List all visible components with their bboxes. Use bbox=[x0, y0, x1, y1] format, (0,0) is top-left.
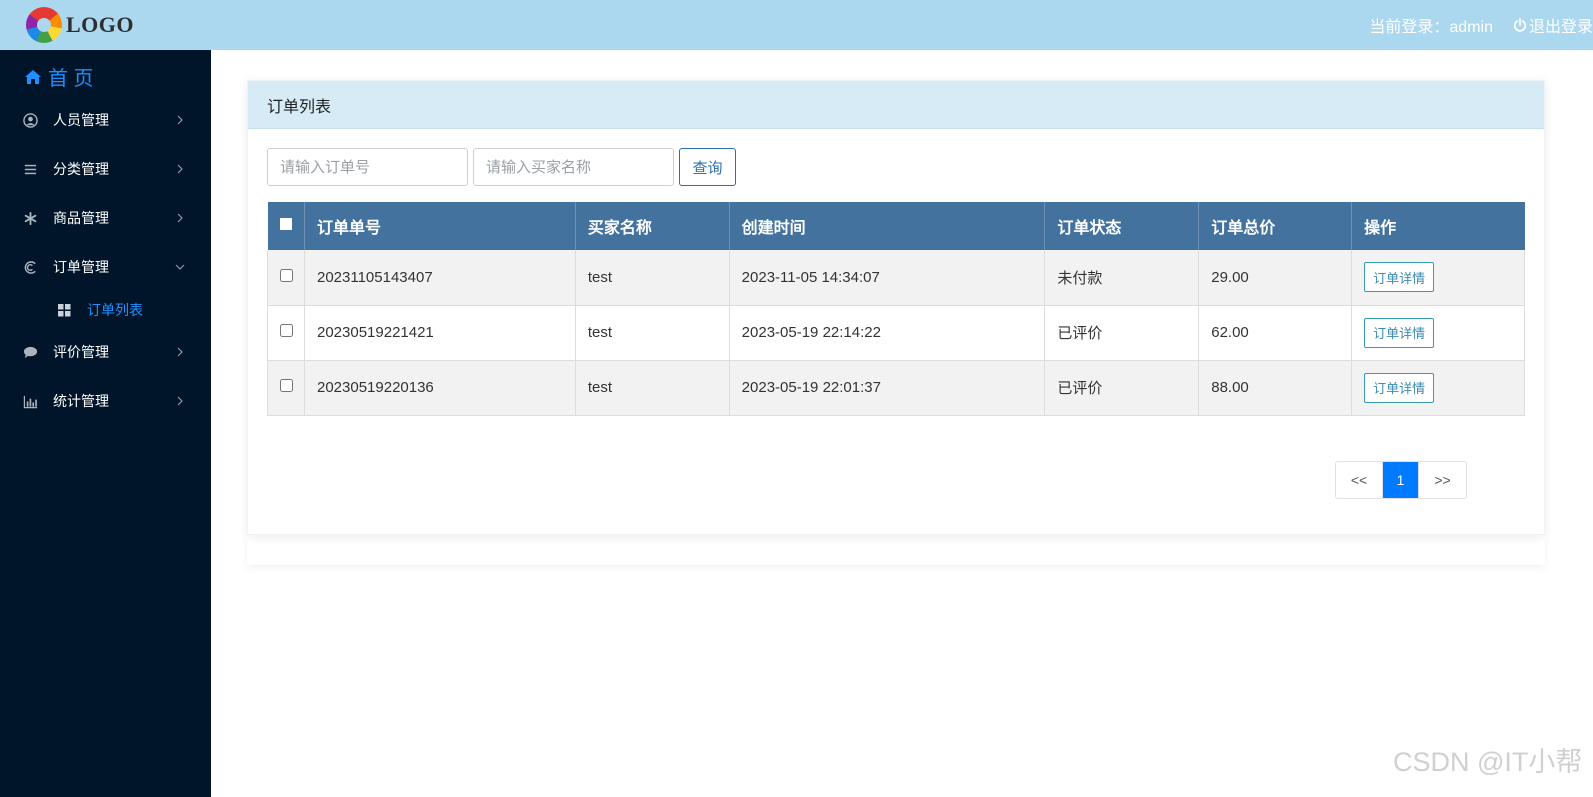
order-list-panel: 订单列表 查询 订单单号 买家名称 创建时间 订单状态 订单总价 操作 bbox=[247, 80, 1545, 535]
status-cell: 已评价 bbox=[1044, 305, 1200, 361]
grid-icon bbox=[58, 303, 71, 316]
sidebar-item-users[interactable]: 人员管理 bbox=[0, 100, 211, 140]
created-cell: 2023-11-05 14:34:07 bbox=[729, 250, 1046, 306]
column-header: 订单单号 bbox=[304, 202, 576, 250]
total-cell: 29.00 bbox=[1198, 250, 1353, 306]
comment-icon bbox=[23, 346, 38, 358]
list-icon bbox=[24, 164, 37, 174]
created-cell: 2023-05-19 22:01:37 bbox=[729, 360, 1046, 416]
search-bar: 查询 bbox=[267, 148, 736, 186]
header-user-area: 当前登录：admin 退出登录 bbox=[1369, 0, 1593, 50]
chevron-right-icon bbox=[177, 347, 183, 357]
status-cell: 已评价 bbox=[1044, 360, 1200, 416]
row-checkbox[interactable] bbox=[280, 268, 293, 282]
order-no-input[interactable] bbox=[267, 148, 468, 186]
sidebar-subitem-label: 订单列表 bbox=[87, 302, 143, 318]
sidebar-item-orders[interactable]: 订单管理 bbox=[0, 247, 211, 287]
table-row: 20230519220136 test 2023-05-19 22:01:37 … bbox=[267, 360, 1525, 416]
order-detail-button[interactable]: 订单详情 bbox=[1364, 262, 1435, 293]
sidebar-item-label: 统计管理 bbox=[53, 393, 109, 409]
sidebar-item-label: 分类管理 bbox=[53, 161, 109, 177]
home-icon bbox=[25, 69, 41, 84]
select-all-cell bbox=[267, 202, 305, 250]
column-header: 创建时间 bbox=[729, 202, 1046, 250]
logout-label: 退出登录 bbox=[1528, 19, 1593, 36]
sidebar-item-label: 评价管理 bbox=[53, 344, 109, 360]
sidebar-subitem-order-list[interactable]: 订单列表 bbox=[0, 295, 211, 325]
logout-button[interactable]: 退出登录 bbox=[1513, 13, 1593, 37]
created-cell: 2023-05-19 22:14:22 bbox=[729, 305, 1046, 361]
sidebar-item-statistics[interactable]: 统计管理 bbox=[0, 381, 211, 421]
sidebar-item-reviews[interactable]: 评价管理 bbox=[0, 332, 211, 372]
table-row: 20231105143407 test 2023-11-05 14:34:07 … bbox=[267, 250, 1525, 306]
query-button[interactable]: 查询 bbox=[679, 148, 736, 186]
order-table: 订单单号 买家名称 创建时间 订单状态 订单总价 操作 202311051434… bbox=[267, 202, 1525, 416]
chevron-right-icon bbox=[177, 213, 183, 223]
chevron-right-icon bbox=[177, 115, 183, 125]
order-detail-button[interactable]: 订单详情 bbox=[1364, 317, 1435, 348]
action-cell: 订单详情 bbox=[1351, 360, 1525, 416]
page-1-button[interactable]: 1 bbox=[1383, 462, 1418, 498]
sidebar-home[interactable]: 首 页 bbox=[24, 62, 94, 91]
column-header: 买家名称 bbox=[575, 202, 730, 250]
total-cell: 62.00 bbox=[1198, 305, 1353, 361]
sidebar-item-products[interactable]: 商品管理 bbox=[0, 198, 211, 238]
logo-flower-icon bbox=[26, 7, 62, 43]
prev-page-button[interactable]: << bbox=[1336, 462, 1383, 498]
pagination: << 1 >> bbox=[1335, 461, 1467, 499]
watermark: CSDN @IT小帮 bbox=[1393, 747, 1583, 777]
action-cell: 订单详情 bbox=[1351, 305, 1525, 361]
order-no-cell: 20230519220136 bbox=[304, 360, 576, 416]
sidebar-item-label: 人员管理 bbox=[53, 112, 109, 128]
column-header: 订单总价 bbox=[1198, 202, 1353, 250]
order-no-cell: 20231105143407 bbox=[304, 250, 576, 306]
home-label: 首 页 bbox=[48, 68, 94, 90]
panel-footer-strip bbox=[247, 535, 1545, 565]
current-user-label: 当前登录：admin bbox=[1369, 19, 1493, 36]
order-detail-button[interactable]: 订单详情 bbox=[1364, 372, 1435, 403]
chevron-right-icon bbox=[177, 164, 183, 174]
status-cell: 未付款 bbox=[1044, 250, 1200, 306]
column-header: 订单状态 bbox=[1044, 202, 1200, 250]
buyer-cell: test bbox=[575, 305, 730, 361]
user-circle-icon bbox=[23, 112, 38, 128]
sidebar-item-label: 订单管理 bbox=[53, 259, 109, 275]
panel-title: 订单列表 bbox=[248, 81, 1544, 129]
logo-text: LOGO bbox=[66, 12, 135, 37]
table-header-row: 订单单号 买家名称 创建时间 订单状态 订单总价 操作 bbox=[267, 202, 1525, 250]
action-cell: 订单详情 bbox=[1351, 250, 1525, 306]
power-icon bbox=[1513, 18, 1527, 32]
top-header: LOGO 当前登录：admin 退出登录 bbox=[0, 0, 1593, 50]
select-all-checkbox[interactable] bbox=[279, 218, 292, 230]
chevron-right-icon bbox=[177, 396, 183, 406]
sidebar-item-categories[interactable]: 分类管理 bbox=[0, 149, 211, 189]
column-header: 操作 bbox=[1351, 202, 1525, 250]
row-checkbox[interactable] bbox=[280, 324, 293, 337]
order-no-cell: 20230519221421 bbox=[304, 305, 576, 361]
sidebar-item-label: 商品管理 bbox=[53, 210, 109, 226]
bar-chart-icon bbox=[23, 395, 38, 408]
table-row: 20230519221421 test 2023-05-19 22:14:22 … bbox=[267, 305, 1525, 361]
order-icon bbox=[24, 260, 36, 274]
buyer-cell: test bbox=[575, 250, 730, 306]
buyer-cell: test bbox=[575, 360, 730, 416]
next-page-button[interactable]: >> bbox=[1418, 462, 1466, 498]
row-checkbox[interactable] bbox=[280, 379, 293, 392]
chevron-down-icon bbox=[175, 264, 185, 270]
logo: LOGO bbox=[26, 6, 134, 44]
sidebar: 首 页 人员管理 分类管理 商品管理 订单管理 订单列表 评价管理 统计管理 bbox=[0, 50, 211, 797]
asterisk-icon bbox=[24, 211, 37, 225]
buyer-name-input[interactable] bbox=[473, 148, 674, 186]
total-cell: 88.00 bbox=[1198, 360, 1353, 416]
